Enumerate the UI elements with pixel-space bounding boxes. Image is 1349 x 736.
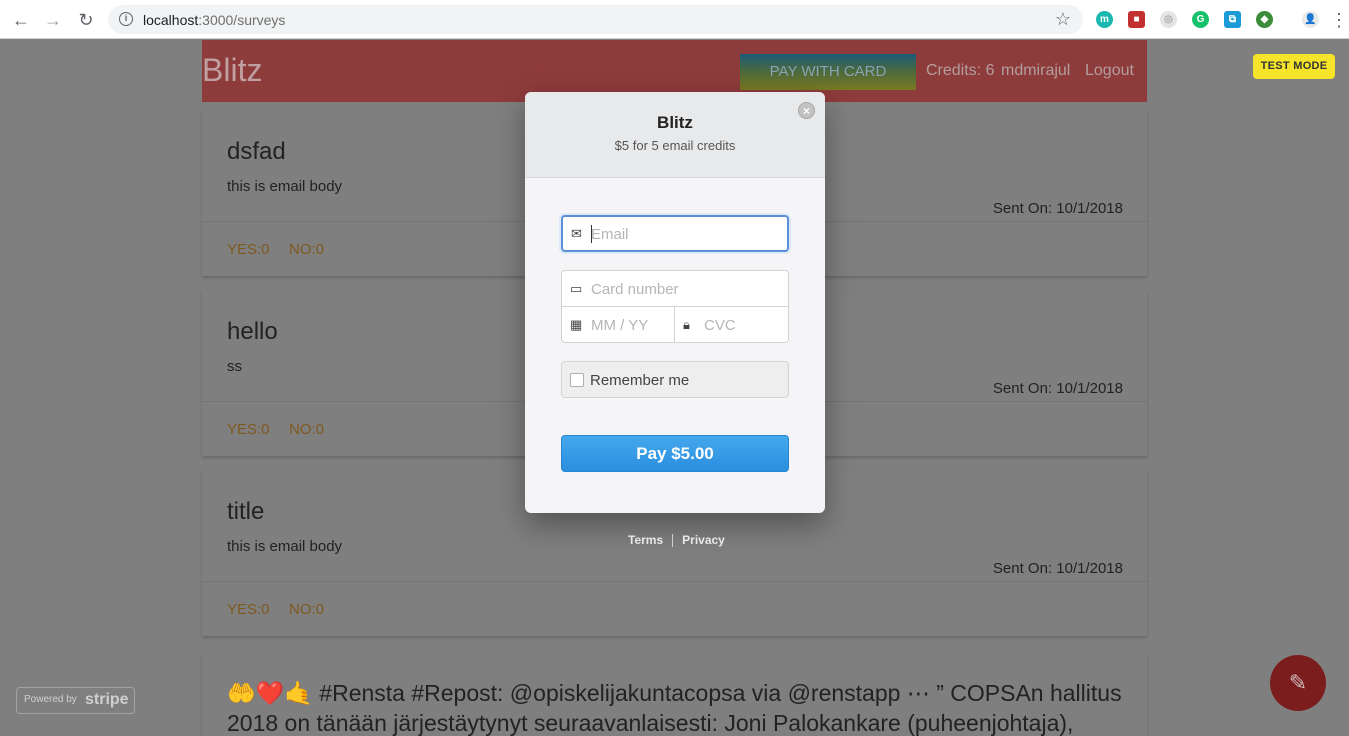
extension-m-icon[interactable]: m (1096, 11, 1113, 28)
email-field[interactable]: ✉ Email (561, 215, 789, 252)
credits-label: Credits: 6 (926, 62, 995, 79)
profile-avatar-icon[interactable]: 👤 (1302, 11, 1319, 28)
powered-by-stripe-badge[interactable]: Powered by stripe (16, 687, 135, 714)
credit-card-icon: ▭ (570, 281, 583, 296)
test-mode-badge: TEST MODE (1253, 54, 1335, 79)
pencil-icon: ✎ (1288, 670, 1308, 695)
extension-globe-icon[interactable]: ◆ (1256, 11, 1273, 28)
terms-link[interactable]: Terms (628, 533, 663, 547)
no-count: NO:0 (289, 421, 325, 438)
close-icon[interactable]: × (798, 102, 815, 119)
card-divider (202, 581, 1147, 582)
yes-count: YES:0 (227, 421, 270, 438)
address-bar[interactable]: i localhost:3000/surveys ☆ (108, 5, 1083, 34)
remember-me-option[interactable]: Remember me (561, 361, 789, 398)
no-count: NO:0 (289, 241, 325, 258)
expiry-field[interactable]: ▦ MM / YY (561, 306, 675, 343)
survey-body: this is email body (227, 538, 343, 555)
survey-title: hello (227, 318, 278, 345)
calendar-icon: ▦ (570, 317, 583, 332)
modal-title: Blitz (657, 113, 693, 132)
yes-count: YES:0 (227, 601, 270, 618)
card-number-placeholder: Card number (591, 281, 679, 298)
checkout-modal: Blitz $5 for 5 email credits × ✉ Email ▭… (525, 92, 825, 513)
grammarly-icon[interactable]: G (1192, 11, 1209, 28)
cvc-placeholder: CVC (704, 317, 736, 334)
menu-kebab-icon[interactable]: ⋮ (1330, 8, 1348, 32)
browser-toolbar: ← → ↻ i localhost:3000/surveys ☆ m ■ ◎ G… (0, 0, 1349, 39)
brand-logo[interactable]: Blitz (202, 52, 262, 89)
survey-title: dsfad (227, 138, 286, 165)
survey-card: 🤲❤️🤙 #Rensta #Repost: @opiskelijakuntaco… (202, 652, 1147, 736)
info-icon[interactable]: i (119, 12, 133, 26)
link-separator (672, 534, 674, 548)
survey-sent-date: Sent On: 10/1/2018 (992, 380, 1123, 397)
cvc-field[interactable]: 🔒︎ CVC (674, 306, 789, 343)
survey-body: this is email body (227, 178, 343, 195)
reload-icon[interactable]: ↻ (74, 8, 98, 32)
remember-me-checkbox[interactable] (570, 373, 584, 387)
logout-link[interactable]: Logout (1085, 62, 1134, 80)
survey-sent-date: Sent On: 10/1/2018 (992, 560, 1123, 577)
modal-subtitle: $5 for 5 email credits (614, 138, 736, 153)
add-survey-fab[interactable]: ✎ (1270, 655, 1326, 711)
privacy-link[interactable]: Privacy (682, 533, 725, 547)
email-placeholder: Email (591, 226, 629, 243)
survey-sent-date: Sent On: 10/1/2018 (992, 200, 1123, 217)
yes-count: YES:0 (227, 241, 270, 258)
forward-icon[interactable]: → (41, 8, 65, 32)
card-number-field[interactable]: ▭ Card number (561, 270, 789, 307)
pay-button[interactable]: Pay $5.00 (561, 435, 789, 472)
extension-gray-icon[interactable]: ◎ (1160, 11, 1177, 28)
bookmark-star-icon[interactable]: ☆ (1055, 9, 1071, 30)
extension-blue-icon[interactable]: ⧉ (1224, 11, 1241, 28)
survey-title: 🤲❤️🤙 #Rensta #Repost: @opiskelijakuntaco… (227, 680, 1122, 736)
expiry-placeholder: MM / YY (591, 317, 649, 334)
envelope-icon: ✉ (571, 226, 582, 241)
modal-footer-links: Terms Privacy (628, 533, 725, 548)
pay-with-card-button[interactable]: PAY WITH CARD (740, 54, 916, 90)
lock-icon: 🔒︎ (683, 317, 690, 332)
url-text[interactable]: localhost:3000/surveys (143, 12, 285, 28)
remember-me-label: Remember me (590, 372, 690, 389)
extension-red-icon[interactable]: ■ (1128, 11, 1145, 28)
modal-header: Blitz $5 for 5 email credits (525, 92, 825, 178)
survey-title: title (227, 498, 265, 525)
no-count: NO:0 (289, 601, 325, 618)
username-label: mdmirajul (1001, 62, 1071, 79)
back-icon[interactable]: ← (9, 8, 33, 32)
survey-body: ss (227, 358, 242, 375)
